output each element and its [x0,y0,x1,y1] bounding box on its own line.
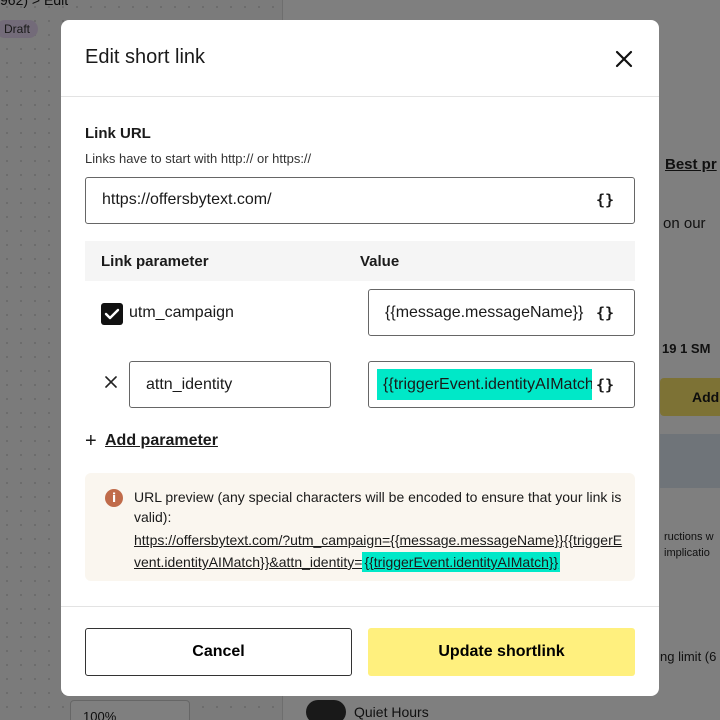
url-preview-highlight: {{triggerEvent.identityAIMatch}} [362,552,561,572]
url-preview-box: i URL preview (any special characters wi… [85,473,635,581]
param-value-field[interactable]: {{message.messageName}} {} [368,289,635,336]
param-value-text[interactable]: {{message.messageName}} [385,304,585,322]
info-icon: i [105,489,123,507]
edit-short-link-dialog: Edit short link Link URL Links have to s… [61,20,659,696]
modal-title: Edit short link [85,46,206,68]
link-url-input[interactable] [102,191,582,209]
modal-header: Edit short link [61,20,659,97]
param-value-text-selected[interactable]: {{triggerEvent.identityAIMatch}} [377,369,592,400]
url-preview-link[interactable]: https://offersbytext.com/?utm_campaign={… [134,529,624,573]
link-url-hint: Links have to start with http:// or http… [85,151,312,166]
add-parameter-button[interactable]: + Add parameter [85,430,218,453]
close-icon[interactable] [611,46,637,72]
insert-variable-icon[interactable]: {} [596,376,614,394]
param-key-field[interactable] [129,361,331,408]
cancel-button[interactable]: Cancel [85,628,352,676]
url-preview-title: URL preview (any special characters will… [134,489,622,525]
check-icon [104,308,120,320]
link-url-label: Link URL [85,125,151,142]
insert-variable-icon[interactable]: {} [596,191,614,209]
param-value-field[interactable]: {{triggerEvent.identityAIMatch}} {} [368,361,635,408]
value-column-header: Value [360,253,400,270]
remove-param-icon[interactable] [103,374,119,390]
plus-icon: + [85,430,97,452]
param-column-header: Link parameter [101,253,209,270]
insert-variable-icon[interactable]: {} [596,304,614,322]
param-key-label: utm_campaign [129,304,234,321]
link-url-field[interactable]: {} [85,177,635,224]
utm-campaign-checkbox[interactable] [101,303,123,325]
params-table-header: Link parameter Value [85,241,635,281]
modal-footer: Cancel Update shortlink [61,606,659,696]
param-key-input[interactable] [146,376,316,394]
update-shortlink-button[interactable]: Update shortlink [368,628,635,676]
